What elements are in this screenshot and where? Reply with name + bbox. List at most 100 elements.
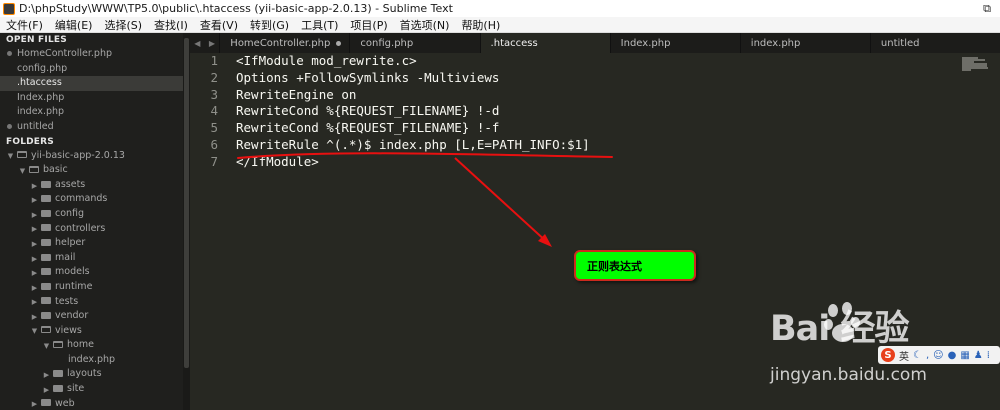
disclosure-open-icon[interactable]: ▼: [18, 164, 27, 179]
tree-item[interactable]: index.php: [0, 353, 183, 368]
folder-icon: [41, 268, 51, 276]
moon-icon[interactable]: ☾: [913, 350, 922, 361]
tree-item[interactable]: ▶ mail: [0, 251, 183, 266]
menu-item[interactable]: 文件(F): [0, 17, 49, 33]
tree-item[interactable]: ▶ runtime: [0, 280, 183, 295]
editor-tab[interactable]: untitled: [869, 33, 1000, 53]
disclosure-closed-icon[interactable]: ▶: [30, 252, 39, 267]
menu-item[interactable]: 选择(S): [98, 17, 148, 33]
tree-item[interactable]: ▼ home: [0, 338, 183, 353]
disclosure-open-icon[interactable]: ▼: [6, 149, 15, 164]
tree-item[interactable]: ▶ config: [0, 207, 183, 222]
folder-icon: [29, 165, 39, 173]
smile-icon[interactable]: ☺: [933, 350, 943, 361]
open-file-item[interactable]: untitled: [0, 120, 183, 135]
tree-item[interactable]: ▶ models: [0, 265, 183, 280]
tree-item-label: tests: [55, 295, 79, 307]
sidebar-scroll-thumb[interactable]: [184, 38, 189, 368]
tree-item[interactable]: ▼ views: [0, 324, 183, 339]
tree-item[interactable]: ▶ assets: [0, 178, 183, 193]
tree-item[interactable]: ▶ vendor: [0, 309, 183, 324]
editor-tab[interactable]: HomeController.php: [219, 33, 349, 53]
open-file-item[interactable]: HomeController.php: [0, 47, 183, 62]
tree-item[interactable]: ▶ web: [0, 397, 183, 410]
menu-item[interactable]: 帮助(H): [455, 17, 506, 33]
user-icon[interactable]: ♟: [974, 350, 983, 361]
tree-item[interactable]: ▶ controllers: [0, 222, 183, 237]
disclosure-closed-icon[interactable]: ▶: [42, 383, 51, 398]
editor-tab[interactable]: .htaccess: [479, 33, 610, 53]
disclosure-open-icon[interactable]: ▼: [42, 339, 51, 354]
disclosure-closed-icon[interactable]: ▶: [30, 208, 39, 223]
title-bar: D:\phpStudy\WWW\TP5.0\public\.htaccess (…: [0, 0, 1000, 17]
disclosure-closed-icon[interactable]: ▶: [30, 281, 39, 296]
tree-item[interactable]: ▶ site: [0, 382, 183, 397]
disclosure-closed-icon[interactable]: ▶: [30, 310, 39, 325]
open-files-list: HomeController.php config.php .htaccess Ind…: [0, 47, 183, 135]
line-number: 1: [210, 53, 218, 68]
menu-item[interactable]: 查找(I): [148, 17, 194, 33]
disclosure-open-icon[interactable]: ▼: [30, 324, 39, 339]
tab-scroll-right-icon[interactable]: ▶: [209, 39, 215, 48]
tree-item-label: web: [55, 397, 75, 409]
disclosure-closed-icon[interactable]: ▶: [30, 237, 39, 252]
sidebar-scrollbar[interactable]: [183, 33, 190, 410]
keyboard-icon[interactable]: ▦: [960, 350, 969, 361]
menu-item[interactable]: 转到(G): [244, 17, 295, 33]
tree-item-label: site: [67, 383, 85, 395]
tree-item-label: controllers: [55, 222, 106, 234]
restore-window-button[interactable]: ⧉: [974, 0, 1000, 17]
ime-toolbar[interactable]: S 英 ☾ , ☺ ● ▦ ♟ ⁞: [878, 346, 1000, 364]
unsaved-dot-icon: [7, 50, 12, 56]
tree-item-label: layouts: [67, 368, 102, 380]
folder-icon: [53, 370, 63, 378]
editor-tab[interactable]: index.php: [739, 33, 870, 53]
menu-item[interactable]: 首选项(N): [394, 17, 456, 33]
disclosure-closed-icon[interactable]: ▶: [30, 179, 39, 194]
code-line[interactable]: RewriteEngine on: [236, 87, 590, 104]
tree-item[interactable]: ▶ helper: [0, 236, 183, 251]
folder-icon: [41, 297, 51, 305]
menu-item[interactable]: 工具(T): [295, 17, 344, 33]
ime-mode-label[interactable]: 英: [899, 348, 909, 363]
code-line[interactable]: Options +FollowSymlinks -Multiviews: [236, 70, 590, 87]
tree-item[interactable]: ▼ basic: [0, 163, 183, 178]
open-file-item[interactable]: Index.php: [0, 91, 183, 106]
menu-item[interactable]: 编辑(E): [49, 17, 99, 33]
code-line[interactable]: RewriteRule ^(.*)$ index.php [L,E=PATH_I…: [236, 137, 590, 154]
disclosure-closed-icon[interactable]: ▶: [30, 193, 39, 208]
code-line[interactable]: RewriteCond %{REQUEST_FILENAME} !-d: [236, 103, 590, 120]
disclosure-closed-icon[interactable]: ▶: [30, 295, 39, 310]
disclosure-closed-icon[interactable]: ▶: [30, 397, 39, 410]
editor-tab[interactable]: config.php: [349, 33, 479, 53]
disclosure-closed-icon[interactable]: ▶: [42, 368, 51, 383]
disclosure-closed-icon[interactable]: ▶: [30, 222, 39, 237]
grid-icon[interactable]: ⁞: [987, 350, 990, 361]
tree-item[interactable]: ▼ yii-basic-app-2.0.13: [0, 149, 183, 164]
minimap[interactable]: [962, 57, 988, 71]
disclosure-closed-icon[interactable]: ▶: [30, 266, 39, 281]
code-line[interactable]: <IfModule mod_rewrite.c>: [236, 53, 590, 70]
tree-item[interactable]: ▶ layouts: [0, 367, 183, 382]
menu-item[interactable]: 项目(P): [344, 17, 393, 33]
unsaved-dot-icon[interactable]: [336, 41, 342, 46]
tab-scroll-left-icon[interactable]: ◀: [194, 39, 200, 48]
code-line[interactable]: RewriteCond %{REQUEST_FILENAME} !-f: [236, 120, 590, 137]
open-file-label: HomeController.php: [17, 48, 113, 59]
code-line[interactable]: </IfModule>: [236, 154, 590, 171]
tree-item[interactable]: ▶ tests: [0, 295, 183, 310]
tab-label: .htaccess: [490, 37, 538, 49]
tree-item-label: home: [67, 339, 94, 351]
menu-item[interactable]: 查看(V): [194, 17, 244, 33]
open-file-item[interactable]: .htaccess: [0, 76, 183, 91]
editor-tab[interactable]: Index.php: [609, 33, 740, 53]
mic-icon[interactable]: ●: [948, 350, 957, 361]
sogou-logo-icon[interactable]: S: [881, 348, 895, 362]
open-file-item[interactable]: index.php: [0, 105, 183, 120]
comma-icon[interactable]: ,: [926, 350, 929, 361]
folder-icon: [41, 224, 51, 232]
open-file-item[interactable]: config.php: [0, 62, 183, 77]
tab-label: index.php: [750, 37, 801, 49]
tree-item[interactable]: ▶ commands: [0, 192, 183, 207]
code-area[interactable]: <IfModule mod_rewrite.c> Options +FollowS…: [236, 53, 590, 171]
